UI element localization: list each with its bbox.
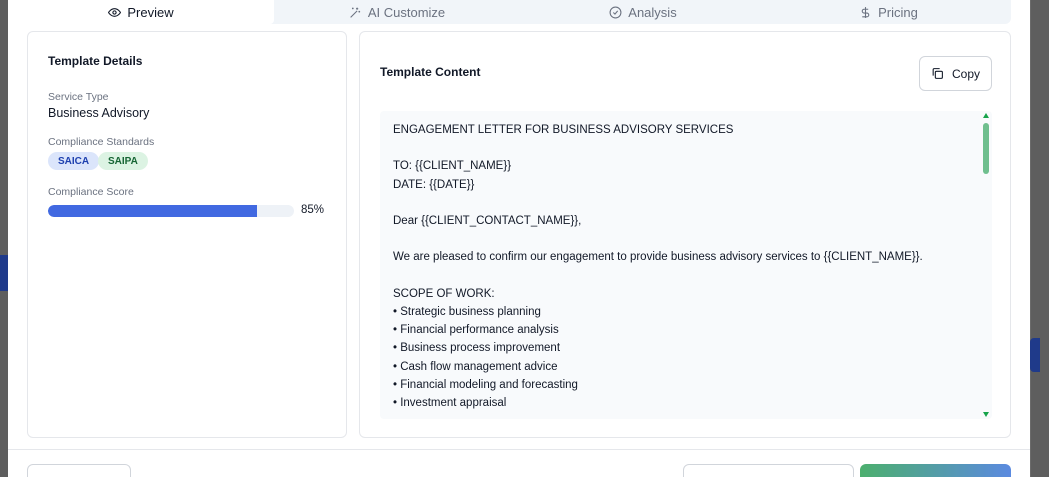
backdrop-button-hint-right	[1030, 338, 1040, 372]
compliance-standards-label: Compliance Standards	[48, 136, 155, 148]
backdrop-left	[0, 0, 8, 477]
tab-analysis[interactable]: Analysis	[520, 0, 766, 24]
template-line: • Cash flow management advice	[393, 360, 558, 373]
tab-bar: Preview AI Customize Analysis Pricing	[8, 0, 1011, 24]
template-line	[393, 230, 923, 248]
tab-pricing[interactable]: Pricing	[766, 0, 1011, 24]
template-line: DATE: {{DATE}}	[393, 178, 475, 191]
footer-divider	[8, 449, 1030, 450]
tab-label: AI Customize	[367, 4, 446, 20]
template-line: TO: {{CLIENT_NAME}}	[393, 160, 512, 173]
backdrop-right	[1031, 0, 1049, 477]
magic-wand-icon	[350, 7, 360, 18]
eye-icon	[108, 7, 122, 17]
template-line: • Financial performance analysis	[393, 324, 559, 337]
tab-label: Analysis	[628, 4, 677, 20]
template-line	[393, 139, 923, 157]
footer-secondary-button[interactable]	[683, 464, 854, 477]
scroll-down-arrow-icon[interactable]	[983, 412, 989, 417]
template-modal: Preview AI Customize Analysis Pricing Te…	[8, 0, 1030, 477]
compliance-score-text: 85%	[301, 204, 325, 216]
tab-preview[interactable]: Preview	[8, 0, 274, 24]
template-line: • Business process improvement	[393, 342, 561, 355]
copy-label: Copy	[951, 66, 980, 81]
tab-ai-customize[interactable]: AI Customize	[274, 0, 520, 24]
dollar-icon	[861, 6, 870, 18]
tab-label: Preview	[127, 4, 174, 20]
compliance-score-bar	[48, 205, 294, 217]
footer-left-button[interactable]	[27, 464, 131, 477]
template-line: SCOPE OF WORK:	[393, 287, 495, 300]
scroll-thumb[interactable]	[983, 123, 989, 174]
copy-icon	[932, 68, 943, 79]
copy-button[interactable]: Copy	[919, 56, 992, 91]
template-text-area[interactable]: ENGAGEMENT LETTER FOR BUSINESS ADVISORY …	[380, 111, 992, 419]
template-line: • Strategic business planning	[393, 306, 541, 319]
template-line: • Financial modeling and forecasting	[393, 378, 578, 391]
template-details-card: Template Details Service Type Business A…	[27, 31, 347, 438]
template-line: We are pleased to confirm our engagement…	[393, 251, 923, 264]
tab-label: Pricing	[878, 4, 918, 20]
template-line: • Investment appraisal	[393, 397, 507, 410]
details-title: Template Details	[48, 54, 143, 68]
service-type-label: Service Type	[48, 91, 109, 103]
backdrop-button-hint	[0, 255, 8, 291]
check-circle-icon	[609, 6, 622, 18]
service-type-value: Business Advisory	[48, 106, 150, 120]
footer-primary-button[interactable]	[860, 464, 1011, 477]
template-text: ENGAGEMENT LETTER FOR BUSINESS ADVISORY …	[393, 121, 923, 412]
content-title: Template Content	[380, 65, 481, 79]
compliance-score-fill	[48, 205, 258, 217]
standard-badge-saipa: SAIPA	[98, 152, 148, 170]
scroll-up-arrow-icon[interactable]	[983, 113, 989, 118]
template-line: ENGAGEMENT LETTER FOR BUSINESS ADVISORY …	[393, 124, 734, 136]
standard-badge-saica: SAICA	[48, 152, 100, 170]
scrollbar[interactable]	[982, 111, 990, 419]
template-line	[393, 267, 923, 285]
template-line	[393, 194, 923, 212]
compliance-score-label: Compliance Score	[48, 186, 134, 198]
template-content-card: Template Content Copy ENGAGEMENT LETTER …	[359, 31, 1011, 438]
template-line: Dear {{CLIENT_CONTACT_NAME}},	[393, 215, 582, 228]
